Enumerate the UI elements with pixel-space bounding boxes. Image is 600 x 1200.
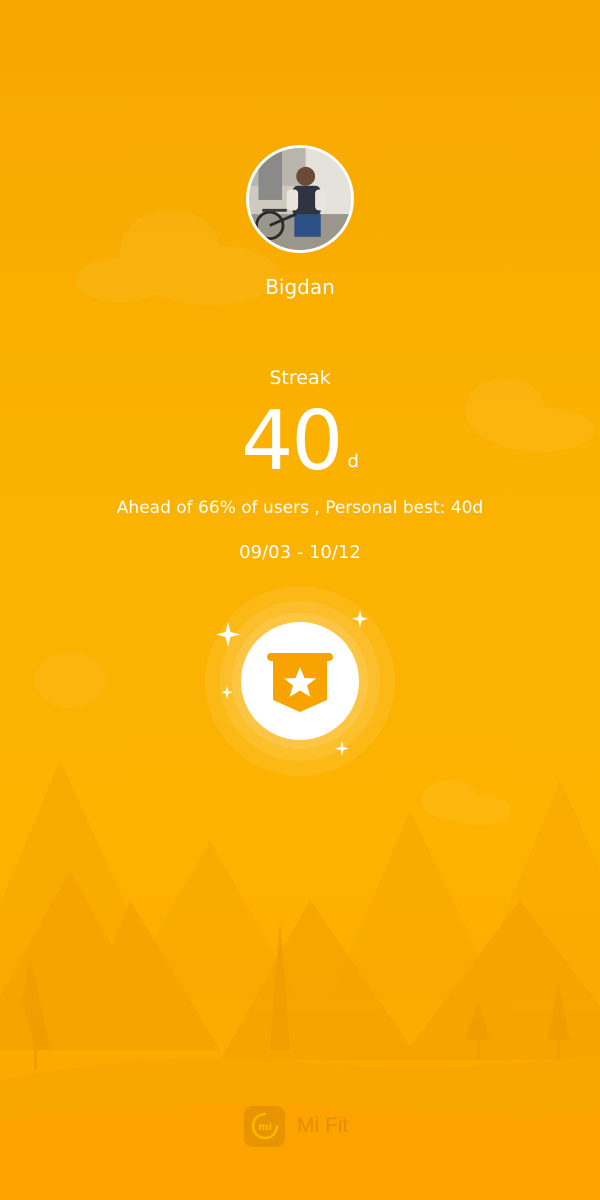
streak-days-number: 40 xyxy=(241,394,343,489)
mi-fit-branding: mi Mi Fit xyxy=(244,1105,348,1147)
mi-fit-logo-icon: mi xyxy=(244,1105,285,1147)
svg-text:mi: mi xyxy=(258,1122,272,1133)
streak-screen: Bigdan Streak 40 d Ahead of 66% of users … xyxy=(0,0,600,1200)
avatar-photo xyxy=(249,148,351,250)
streak-label: Streak xyxy=(269,367,331,389)
streak-badge xyxy=(205,586,395,776)
streak-value: 40 d xyxy=(0,394,600,490)
brand-name: Mi Fit xyxy=(297,1114,349,1137)
streak-unit: d xyxy=(347,451,359,472)
streak-summary: Ahead of 66% of users , Personal best: 4… xyxy=(116,498,484,518)
username: Bigdan xyxy=(265,275,335,299)
streak-date-range: 09/03 - 10/12 xyxy=(239,542,361,563)
avatar[interactable] xyxy=(246,145,354,253)
